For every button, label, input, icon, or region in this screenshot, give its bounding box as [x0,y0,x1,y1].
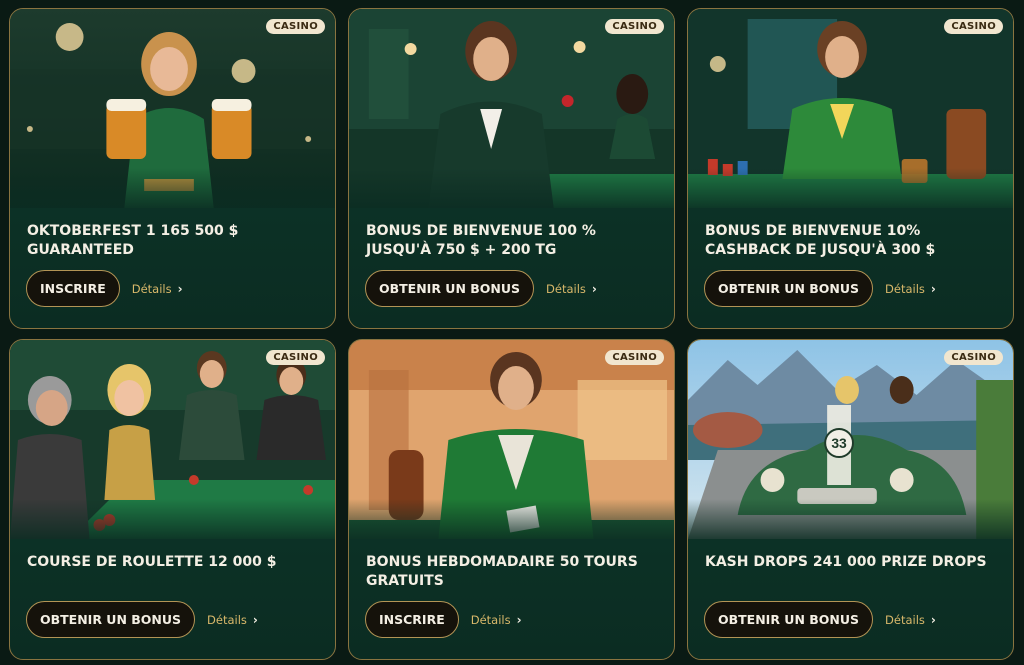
details-link[interactable]: Détails › [885,282,936,296]
signup-button[interactable]: INSCRIRE [26,270,120,307]
casino-badge: CASINO [605,19,664,34]
promo-title: BONUS DE BIENVENUE 10% CASHBACK DE JUSQU… [705,223,936,258]
promo-card-kash-drops[interactable]: 33 CASINO KASH DROPS 241 000 PRIZE DROPS… [687,339,1014,660]
promo-title: BONUS HEBDOMADAIRE 50 TOURS GRATUITS [366,554,638,589]
promo-actions: OBTENIR UN BONUS Détails › [365,270,597,307]
promo-image-welcome-bonus [349,9,674,208]
details-label: Détails [885,281,925,296]
promo-card-weekly-free-spins[interactable]: CASINO BONUS HEBDOMADAIRE 50 TOURS GRATU… [348,339,675,660]
promo-actions: OBTENIR UN BONUS Détails › [26,601,258,638]
promo-card-roulette-race[interactable]: CASINO COURSE DE ROULETTE 12 000 $ OBTEN… [9,339,336,660]
chevron-right-icon: › [177,281,183,296]
promo-image-roulette-race [10,340,335,539]
promotions-grid: CASINO OKTOBERFEST 1 165 500 $ GUARANTEE… [0,0,1024,665]
promo-image-weekly-free-spins [349,340,674,539]
car-number-label: 33 [831,435,847,451]
promo-card-oktoberfest[interactable]: CASINO OKTOBERFEST 1 165 500 $ GUARANTEE… [9,8,336,329]
promo-actions: OBTENIR UN BONUS Détails › [704,270,936,307]
details-label: Détails [546,281,586,296]
chevron-right-icon: › [930,612,936,627]
chevron-right-icon: › [516,612,522,627]
get-bonus-button[interactable]: OBTENIR UN BONUS [26,601,196,638]
details-label: Détails [470,612,511,627]
details-link[interactable]: Détails › [546,282,597,296]
promo-image-kash-drops: 33 [688,340,1013,539]
casino-badge: CASINO [605,350,664,365]
get-bonus-button[interactable]: OBTENIR UN BONUS [365,270,535,307]
promo-image-cashback [688,9,1013,208]
promo-actions: INSCRIRE Détails › [26,270,183,307]
promo-card-welcome-bonus[interactable]: CASINO BONUS DE BIENVENUE 100 % JUSQU'À … [348,8,675,329]
details-link[interactable]: Détails › [132,282,183,296]
promo-title: COURSE DE ROULETTE 12 000 $ [27,554,277,570]
details-link[interactable]: Détails › [471,613,522,627]
details-label: Détails [207,612,247,627]
details-link[interactable]: Détails › [885,613,936,627]
details-label: Détails [885,612,925,627]
details-link[interactable]: Détails › [207,613,258,627]
promo-image-oktoberfest [10,9,335,208]
promo-actions: OBTENIR UN BONUS Détails › [704,601,936,638]
casino-badge: CASINO [944,350,1003,365]
signup-button[interactable]: INSCRIRE [365,601,459,638]
promo-title: BONUS DE BIENVENUE 100 % JUSQU'À 750 $ +… [366,223,596,258]
promo-title: KASH DROPS 241 000 PRIZE DROPS [705,554,987,570]
promo-title: OKTOBERFEST 1 165 500 $ GUARANTEED [27,223,239,258]
chevron-right-icon: › [930,281,936,296]
casino-badge: CASINO [944,19,1003,34]
get-bonus-button[interactable]: OBTENIR UN BONUS [704,270,874,307]
promo-actions: INSCRIRE Détails › [365,601,522,638]
casino-badge: CASINO [266,19,325,34]
promo-card-cashback[interactable]: CASINO BONUS DE BIENVENUE 10% CASHBACK D… [687,8,1014,329]
chevron-right-icon: › [252,612,258,627]
get-bonus-button[interactable]: OBTENIR UN BONUS [704,601,874,638]
details-label: Détails [131,281,172,296]
casino-badge: CASINO [266,350,325,365]
chevron-right-icon: › [591,281,597,296]
